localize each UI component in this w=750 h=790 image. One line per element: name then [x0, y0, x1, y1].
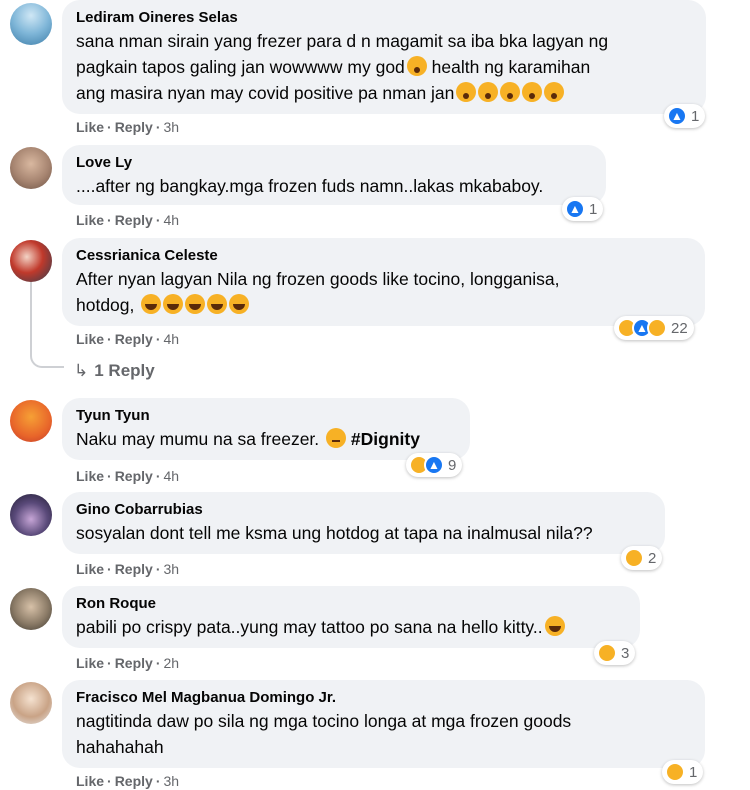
like-reaction-icon: ▲ — [667, 106, 687, 126]
timestamp[interactable]: 4h — [163, 468, 179, 484]
haha-reaction-icon — [597, 643, 617, 663]
timestamp[interactable]: 3h — [163, 119, 179, 135]
reaction-summary[interactable]: ▲ 9 — [406, 453, 463, 477]
hashtag-link[interactable]: #Dignity — [351, 429, 420, 449]
reply-button[interactable]: Reply — [115, 655, 153, 671]
reaction-count: 1 — [689, 763, 698, 781]
reply-button[interactable]: Reply — [115, 561, 153, 577]
reply-button[interactable]: Reply — [115, 773, 153, 789]
comment-bubble: Tyun Tyun Naku may mumu na sa freezer. #… — [62, 398, 470, 460]
reaction-summary[interactable]: ▲ 22 — [614, 316, 694, 340]
reaction-count: 9 — [448, 456, 457, 474]
laughing-emoji-icon — [141, 294, 162, 314]
comment-bubble: Gino Cobarrubias sosyalan dont tell me k… — [62, 492, 665, 554]
comment-actions: Like · Reply · 4h — [76, 331, 180, 347]
timestamp[interactable]: 2h — [163, 655, 179, 671]
view-replies-link[interactable]: ↳ 1 Reply — [74, 361, 155, 381]
laughing-emoji-icon — [207, 294, 228, 314]
hushed-emoji-icon — [522, 82, 543, 102]
comment-author[interactable]: Fracisco Mel Magbanua Domingo Jr. — [76, 688, 691, 708]
comment-text: Naku may mumu na sa freezer. #Dignity — [76, 428, 420, 449]
reply-button[interactable]: Reply — [115, 212, 153, 228]
comment-actions: Like · Reply · 4h — [76, 212, 180, 228]
hushed-emoji-icon — [478, 82, 499, 102]
comment-actions: Like · Reply · 3h — [76, 773, 180, 789]
avatar[interactable] — [10, 400, 52, 442]
comment-author[interactable]: Gino Cobarrubias — [76, 500, 651, 520]
reply-button[interactable]: Reply — [115, 119, 153, 135]
reaction-count: 3 — [621, 644, 630, 662]
timestamp[interactable]: 4h — [163, 212, 179, 228]
haha-reaction-icon — [624, 548, 644, 568]
reaction-summary[interactable]: 2 — [621, 546, 663, 570]
reply-button[interactable]: Reply — [115, 331, 153, 347]
timestamp[interactable]: 3h — [163, 561, 179, 577]
reaction-count: 2 — [648, 549, 657, 567]
comment-author[interactable]: Lediram Oineres Selas — [76, 8, 692, 28]
avatar[interactable] — [10, 682, 52, 724]
reaction-count: 1 — [691, 107, 700, 125]
comment-text: nagtitinda daw po sila ng mga tocino lon… — [76, 711, 572, 757]
like-button[interactable]: Like — [76, 655, 104, 671]
timestamp[interactable]: 4h — [163, 331, 179, 347]
like-button[interactable]: Like — [76, 119, 104, 135]
timestamp[interactable]: 3h — [163, 773, 179, 789]
comment-actions: Like · Reply · 3h — [76, 561, 180, 577]
comment-bubble: Fracisco Mel Magbanua Domingo Jr. nagtit… — [62, 680, 705, 768]
comment-bubble: Lediram Oineres Selas sana nman sirain y… — [62, 0, 706, 114]
hushed-emoji-icon — [456, 82, 477, 102]
comment-bubble: Cessrianica Celeste After nyan lagyan Ni… — [62, 238, 705, 326]
like-reaction-icon: ▲ — [565, 199, 585, 219]
like-button[interactable]: Like — [76, 212, 104, 228]
like-button[interactable]: Like — [76, 331, 104, 347]
avatar[interactable] — [10, 494, 52, 536]
avatar[interactable] — [10, 588, 52, 630]
astonished-emoji-icon — [406, 56, 427, 76]
comment-author[interactable]: Ron Roque — [76, 594, 626, 614]
reaction-summary[interactable]: 3 — [594, 641, 636, 665]
like-button[interactable]: Like — [76, 561, 104, 577]
reaction-summary[interactable]: ▲ 1 — [562, 197, 604, 221]
reaction-summary[interactable]: 1 — [662, 760, 704, 784]
like-reaction-icon: ▲ — [424, 455, 444, 475]
hushed-emoji-icon — [500, 82, 521, 102]
care-reaction-icon — [647, 318, 667, 338]
avatar[interactable] — [10, 147, 52, 189]
grinning-sweat-emoji-icon — [544, 616, 565, 636]
comment-author[interactable]: Tyun Tyun — [76, 406, 456, 426]
comment-actions: Like · Reply · 4h — [76, 468, 180, 484]
comment-text: ....after ng bangkay.mga frozen fuds nam… — [76, 176, 544, 196]
comment-actions: Like · Reply · 3h — [76, 119, 180, 135]
reaction-count: 1 — [589, 200, 598, 218]
comment-actions: Like · Reply · 2h — [76, 655, 180, 671]
like-button[interactable]: Like — [76, 773, 104, 789]
reply-button[interactable]: Reply — [115, 468, 153, 484]
comment-bubble: Ron Roque pabili po crispy pata..yung ma… — [62, 586, 640, 648]
reaction-count: 22 — [671, 319, 688, 337]
comment-text: sana nman sirain yang frezer para d n ma… — [76, 31, 609, 103]
comment-author[interactable]: Cessrianica Celeste — [76, 246, 691, 266]
haha-reaction-icon — [665, 762, 685, 782]
comment-text: pabili po crispy pata..yung may tattoo p… — [76, 614, 626, 640]
like-button[interactable]: Like — [76, 468, 104, 484]
comment-bubble: Love Ly ....after ng bangkay.mga frozen … — [62, 145, 606, 205]
avatar[interactable] — [10, 240, 52, 282]
comment-text: After nyan lagyan Nila ng frozen goods l… — [76, 269, 560, 315]
laughing-emoji-icon — [229, 294, 250, 314]
avatar[interactable] — [10, 3, 52, 45]
hushed-emoji-icon — [544, 82, 565, 102]
laughing-emoji-icon — [185, 294, 206, 314]
reply-arrow-icon: ↳ — [74, 361, 89, 380]
comment-text: sosyalan dont tell me ksma ung hotdog at… — [76, 523, 593, 543]
reaction-summary[interactable]: ▲ 1 — [664, 104, 706, 128]
comment-author[interactable]: Love Ly — [76, 153, 592, 173]
laughing-emoji-icon — [163, 294, 184, 314]
disappointed-emoji-icon — [326, 428, 347, 448]
thread-line — [30, 282, 64, 368]
